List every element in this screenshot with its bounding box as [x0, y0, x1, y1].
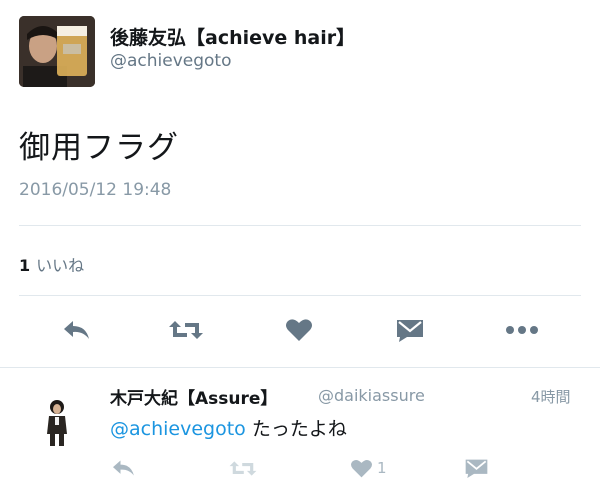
- author-handle[interactable]: @achievegoto: [110, 51, 232, 71]
- heart-icon: [351, 459, 372, 477]
- reply-body-text: たったよね: [251, 418, 347, 440]
- message-icon: [397, 320, 423, 342]
- reply-text: @achievegoto たったよね: [110, 414, 347, 441]
- reply-time[interactable]: 4時間: [531, 386, 571, 407]
- likes-count: 1: [19, 256, 31, 275]
- divider: [19, 295, 581, 296]
- reply-avatar-image: [47, 400, 67, 446]
- like-button[interactable]: [279, 312, 319, 348]
- retweet-icon: [229, 460, 257, 476]
- reply-icon: [113, 460, 134, 476]
- likes-summary[interactable]: 1 いいね: [19, 252, 84, 276]
- divider: [19, 225, 581, 226]
- reply-message-button[interactable]: [464, 453, 489, 483]
- tweet-text: 御用フラグ: [19, 130, 179, 166]
- author-avatar[interactable]: [19, 16, 95, 87]
- reply-reply-button[interactable]: [110, 453, 136, 483]
- message-button[interactable]: [390, 312, 430, 348]
- retweet-button[interactable]: [166, 312, 206, 348]
- reply-like-count: 1: [377, 459, 387, 477]
- tweet-timestamp: 2016/05/12 19:48: [19, 180, 172, 200]
- heart-icon: [286, 319, 312, 341]
- more-icon: [506, 326, 538, 334]
- more-button[interactable]: [502, 312, 542, 348]
- message-icon: [465, 459, 488, 478]
- reply-author-avatar[interactable]: [40, 398, 74, 448]
- retweet-icon: [169, 321, 203, 339]
- reply-author-display-name[interactable]: 木戸大紀【Assure】: [110, 384, 277, 409]
- reply-retweet-button[interactable]: [228, 453, 258, 483]
- author-display-name[interactable]: 後藤友弘【achieve hair】: [110, 23, 355, 50]
- reply-like-button[interactable]: 1: [350, 453, 387, 483]
- reply-button[interactable]: [56, 312, 96, 348]
- author-avatar-image: [19, 16, 95, 87]
- reply-mention-link[interactable]: @achievegoto: [110, 418, 246, 440]
- divider: [0, 367, 600, 368]
- reply-icon: [64, 321, 89, 339]
- reply-author-handle[interactable]: @daikiassure: [318, 386, 425, 405]
- likes-label: いいね: [36, 256, 85, 275]
